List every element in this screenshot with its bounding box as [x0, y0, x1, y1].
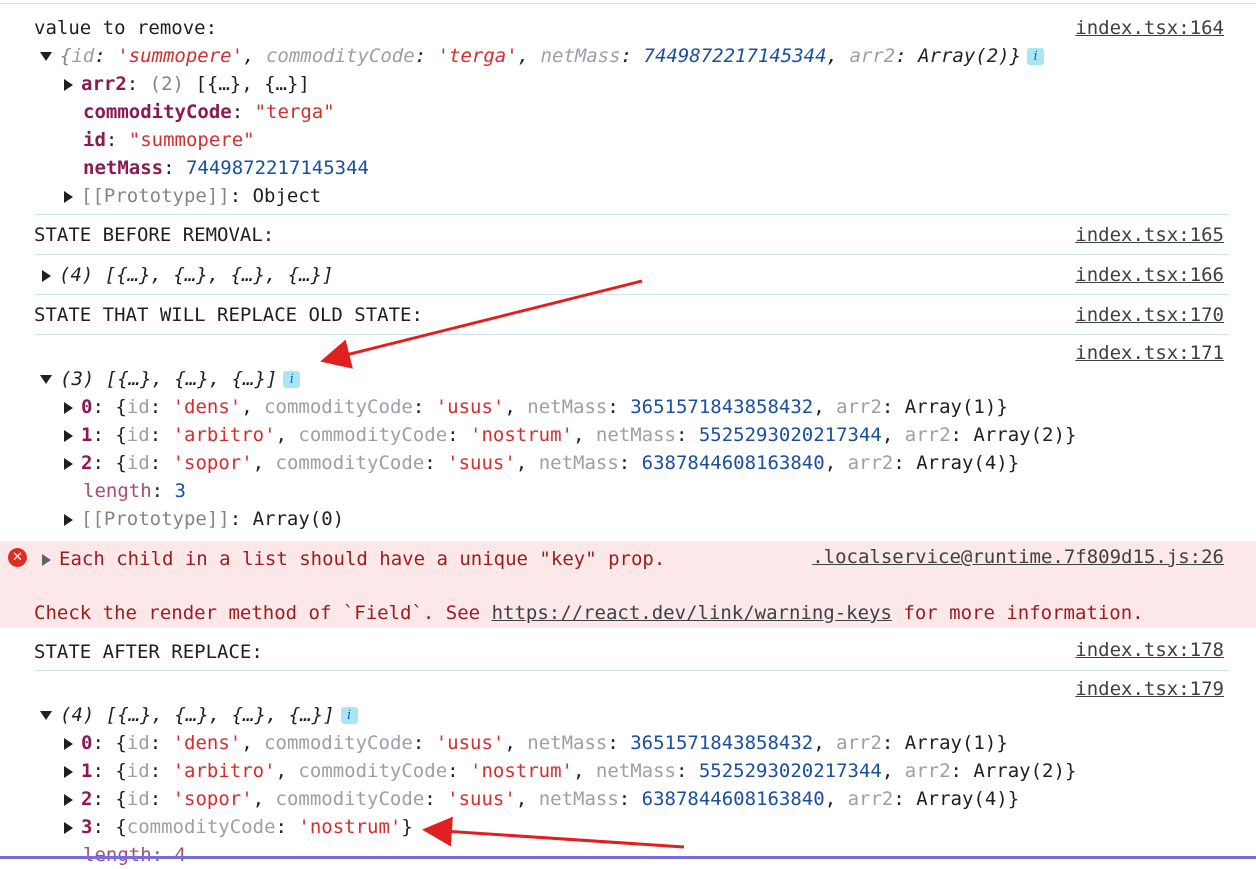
annotation-arrows [320, 279, 685, 849]
devtools-console: value to remove: index.tsx:164 {id: 'sum… [0, 0, 1256, 866]
arrow-annotation-1 [320, 279, 643, 369]
arrow-annotation-2 [422, 816, 685, 849]
